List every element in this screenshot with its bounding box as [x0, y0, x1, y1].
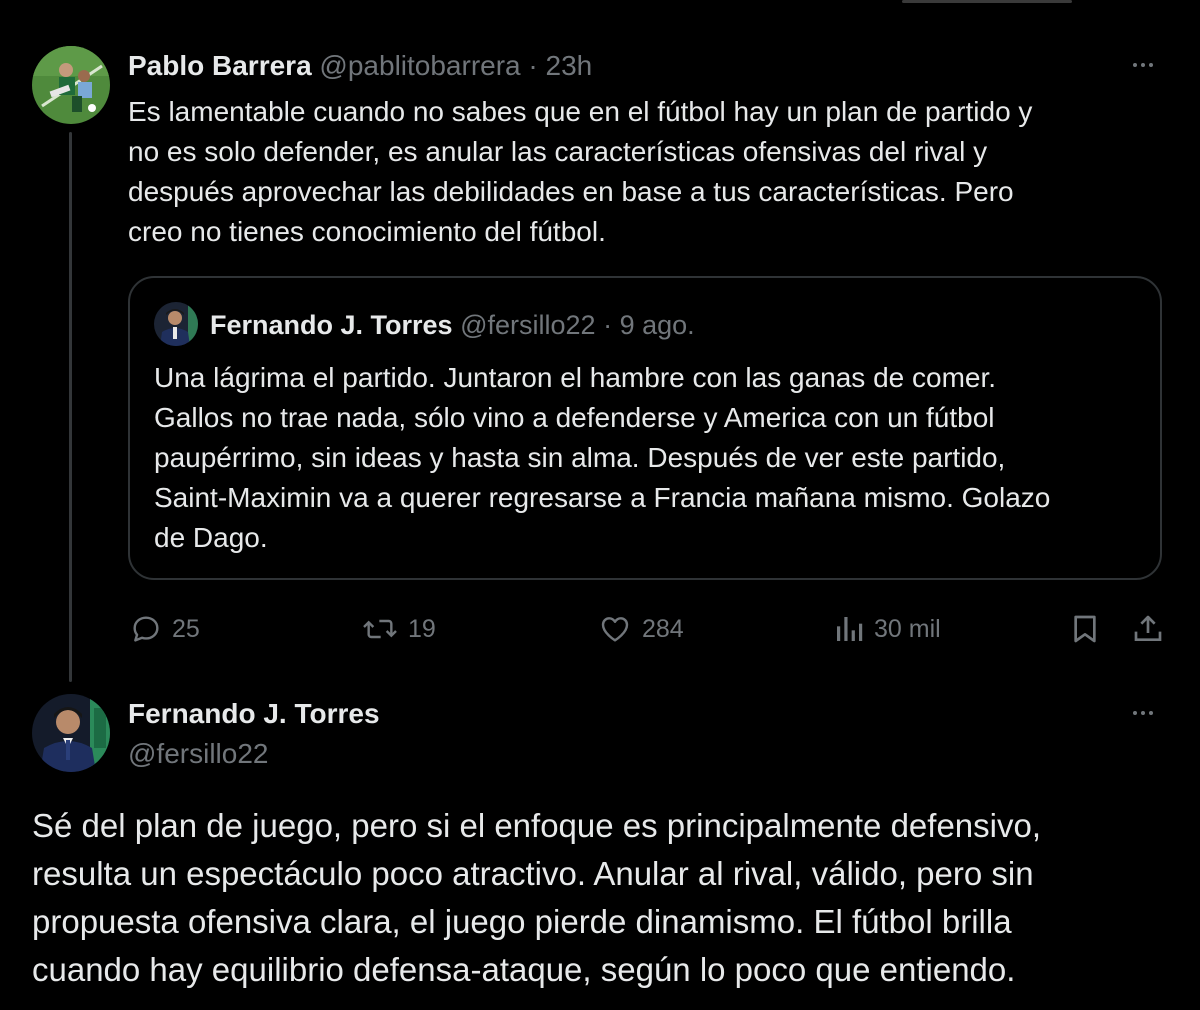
quote-text-line: Gallos no trae nada, sólo vino a defende… — [154, 402, 995, 433]
share-button[interactable] — [1132, 609, 1164, 649]
more-horizontal-icon[interactable] — [1133, 63, 1153, 67]
quote-separator: · — [603, 310, 613, 340]
views-count: 30 mil — [874, 614, 941, 643]
main-text-line: propuesta ofensiva clara, el juego pierd… — [32, 903, 1012, 940]
quote-body: Una lágrima el partido. Juntaron el hamb… — [154, 358, 1144, 558]
avatar-image — [32, 694, 110, 772]
quote-text-line: de Dago. — [154, 522, 268, 553]
quote-author-handle[interactable]: @fersillo22 — [460, 310, 595, 340]
main-author-handle[interactable]: @fersillo22 — [128, 736, 268, 772]
views-icon — [837, 617, 863, 641]
reply-text-line: creo no tienes conocimiento del fútbol. — [128, 216, 606, 247]
reply-text-line: no es solo defender, es anular las carac… — [128, 136, 988, 167]
reply-separator: · — [528, 50, 538, 81]
quote-text-line: Una lágrima el partido. Juntaron el hamb… — [154, 362, 997, 393]
reply-button[interactable]: 25 — [130, 609, 200, 649]
bookmark-button[interactable] — [1070, 609, 1100, 649]
repost-icon — [363, 619, 397, 639]
avatar-fernando-torres[interactable] — [32, 694, 110, 772]
avatar-image — [154, 302, 198, 346]
main-text-line: cuando hay equilibrio defensa-ataque, se… — [32, 951, 1016, 988]
repost-count: 19 — [408, 614, 436, 643]
quote-header: Fernando J. Torres @fersillo22 · 9 ago. — [210, 307, 695, 343]
bookmark-icon — [1074, 615, 1096, 643]
quote-text-line: Saint-Maximin va a querer regresarse a F… — [154, 482, 1051, 513]
tweet-thread: Pablo Barrera @pablitobarrera · 23h Es l… — [0, 0, 1200, 1010]
reply-icon — [133, 616, 159, 642]
reply-count: 25 — [172, 614, 200, 643]
avatar-image — [32, 46, 110, 124]
reply-text-line: Es lamentable cuando no sabes que en el … — [128, 96, 1033, 127]
thread-connector — [69, 132, 72, 682]
main-author-name[interactable]: Fernando J. Torres — [128, 696, 380, 732]
views-button[interactable]: 30 mil — [834, 609, 941, 649]
avatar-quoted-author[interactable] — [154, 302, 198, 346]
main-text-line: Sé del plan de juego, pero si el enfoque… — [32, 807, 1042, 844]
more-horizontal-icon[interactable] — [1133, 711, 1153, 715]
like-icon — [601, 617, 629, 642]
repost-button[interactable]: 19 — [362, 609, 436, 649]
quote-text-line: paupérrimo, sin ideas y hasta sin alma. … — [154, 442, 1006, 473]
avatar-pablo-barrera[interactable] — [32, 46, 110, 124]
like-count: 284 — [642, 614, 684, 643]
reply-author-handle[interactable]: @pablitobarrera — [319, 50, 520, 81]
scroll-indicator — [902, 0, 1072, 3]
reply-header: Pablo Barrera @pablitobarrera · 23h — [128, 48, 592, 84]
reply-author-name[interactable]: Pablo Barrera — [128, 50, 312, 81]
like-button[interactable]: 284 — [598, 609, 684, 649]
main-body: Sé del plan de juego, pero si el enfoque… — [32, 802, 1182, 994]
reply-body: Es lamentable cuando no sabes que en el … — [128, 92, 1138, 252]
quote-author-name[interactable]: Fernando J. Torres — [210, 310, 453, 340]
share-icon — [1134, 615, 1162, 641]
main-text-line: resulta un espectáculo poco atractivo. A… — [32, 855, 1034, 892]
reply-timestamp[interactable]: 23h — [546, 50, 593, 81]
quote-timestamp[interactable]: 9 ago. — [620, 310, 695, 340]
reply-text-line: después aprovechar las debilidades en ba… — [128, 176, 1014, 207]
